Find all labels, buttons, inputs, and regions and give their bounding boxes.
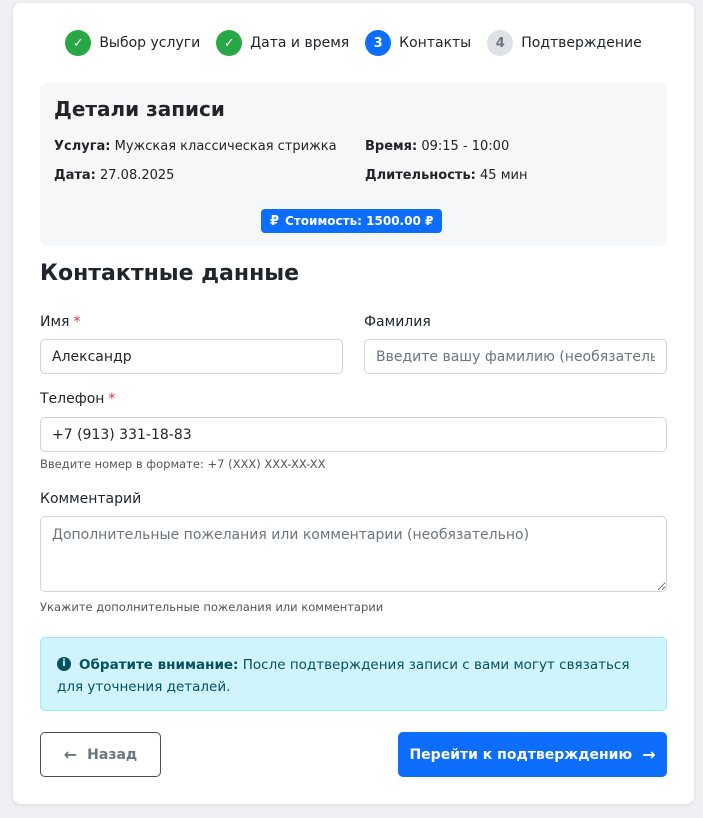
date-value: 27.08.2025 — [100, 168, 175, 183]
date-row: Дата: 27.08.2025 — [54, 168, 174, 183]
phone-label: Телефон * — [40, 391, 115, 407]
step-label: Контакты — [399, 35, 472, 51]
phone-hint: Введите номер в формате: +7 (XXX) XXX-XX… — [40, 457, 326, 471]
service-label: Услуга: — [54, 139, 111, 154]
price-badge: ₽ Стоимость: 1500.00 ₽ — [261, 209, 443, 233]
step-number: 4 — [487, 30, 514, 56]
contacts-title: Контактные данные — [40, 261, 300, 286]
duration-value: 45 мин — [480, 168, 528, 183]
comment-hint: Укажите дополнительные пожелания или ком… — [40, 600, 384, 614]
first-name-input[interactable] — [40, 339, 343, 374]
booking-details: Детали записи Услуга: Мужская классическ… — [40, 83, 667, 246]
first-name-label: Имя * — [40, 314, 80, 330]
comment-textarea[interactable] — [40, 516, 667, 592]
next-button[interactable]: Перейти к подтверждению → — [398, 732, 667, 777]
back-button[interactable]: ← Назад — [40, 732, 161, 777]
check-icon: ✓ — [216, 30, 243, 56]
arrow-left-icon: ← — [63, 745, 78, 764]
first-name-label-text: Имя — [40, 314, 70, 330]
step-number: 3 — [365, 30, 392, 56]
duration-label: Длительность: — [365, 168, 476, 183]
comment-label: Комментарий — [40, 491, 142, 507]
step-label: Выбор услуги — [99, 35, 201, 51]
last-name-label: Фамилия — [364, 314, 431, 330]
ruble-icon: ₽ — [270, 213, 280, 229]
info-icon: i — [57, 656, 71, 671]
service-row: Услуга: Мужская классическая стрижка — [54, 139, 337, 154]
step-service[interactable]: ✓ Выбор услуги — [65, 30, 200, 56]
service-value: Мужская классическая стрижка — [114, 139, 337, 154]
required-mark: * — [73, 314, 81, 330]
booking-card: ✓ Выбор услуги ✓ Дата и время 3 Контакты… — [13, 3, 694, 804]
date-label: Дата: — [54, 168, 96, 183]
step-datetime[interactable]: ✓ Дата и время — [216, 30, 349, 56]
back-button-label: Назад — [87, 746, 138, 763]
alert-strong: Обратите внимание: — [79, 657, 239, 673]
info-alert: i Обратите внимание: После подтверждения … — [40, 637, 667, 711]
last-name-input[interactable] — [364, 339, 667, 374]
time-row: Время: 09:15 - 10:00 — [365, 139, 509, 154]
time-label: Время: — [365, 139, 418, 154]
step-label: Дата и время — [250, 35, 350, 51]
phone-input[interactable] — [40, 417, 667, 452]
details-title: Детали записи — [54, 97, 225, 121]
next-button-label: Перейти к подтверждению — [409, 746, 633, 763]
arrow-right-icon: → — [642, 745, 656, 764]
check-icon: ✓ — [65, 30, 92, 56]
required-mark: * — [108, 391, 116, 407]
phone-label-text: Телефон — [40, 391, 105, 407]
step-confirmation: 4 Подтверждение — [487, 30, 642, 56]
time-value: 09:15 - 10:00 — [421, 139, 510, 154]
step-label: Подтверждение — [521, 35, 642, 51]
duration-row: Длительность: 45 мин — [365, 168, 527, 183]
step-contacts: 3 Контакты — [365, 30, 471, 56]
price-text: Стоимость: 1500.00 ₽ — [285, 214, 434, 228]
stepper: ✓ Выбор услуги ✓ Дата и время 3 Контакты… — [13, 30, 694, 56]
